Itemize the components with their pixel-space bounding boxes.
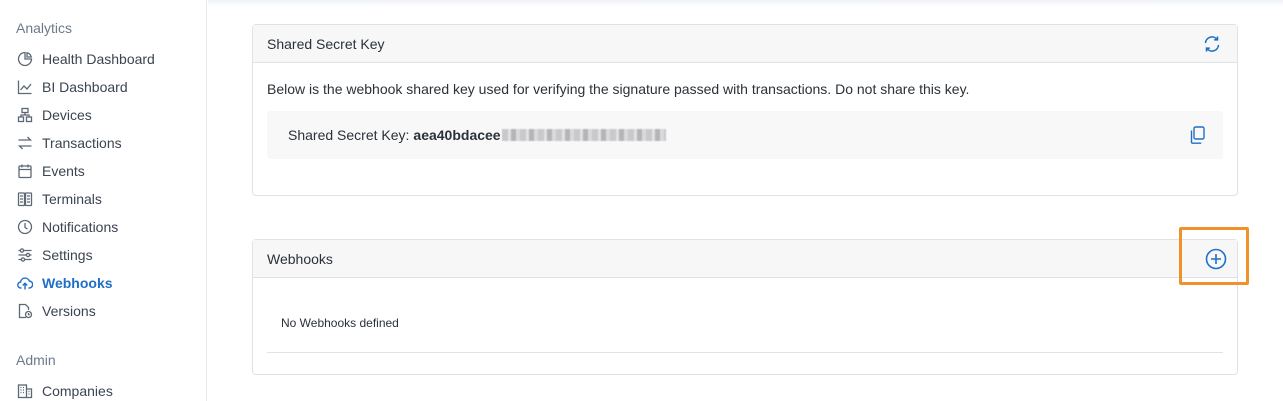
sidebar: Analytics Health Dashboard BI Dashboard … bbox=[0, 0, 207, 401]
sidebar-item-label: BI Dashboard bbox=[42, 79, 128, 95]
sidebar-item-label: Companies bbox=[42, 383, 113, 399]
building-icon bbox=[16, 383, 33, 400]
sidebar-item-webhooks[interactable]: Webhooks bbox=[16, 272, 113, 294]
copy-key-button[interactable] bbox=[1185, 123, 1209, 147]
pie-chart-icon bbox=[16, 51, 33, 68]
refresh-icon bbox=[1204, 35, 1220, 52]
secret-description: Below is the webhook shared key used for… bbox=[267, 81, 970, 97]
card-header: Webhooks bbox=[253, 240, 1237, 278]
sidebar-item-label: Webhooks bbox=[42, 275, 113, 291]
cloud-upload-icon bbox=[16, 275, 33, 292]
sidebar-item-versions[interactable]: Versions bbox=[16, 300, 96, 322]
card-title: Shared Secret Key bbox=[267, 35, 385, 52]
sidebar-item-label: Settings bbox=[42, 247, 93, 263]
sliders-icon bbox=[16, 247, 33, 264]
sidebar-item-label: Versions bbox=[42, 303, 96, 319]
sidebar-item-notifications[interactable]: Notifications bbox=[16, 216, 118, 238]
secret-key-value: aea40bdacee bbox=[413, 127, 501, 143]
webhooks-card: Webhooks No Webhooks defined bbox=[252, 239, 1238, 375]
sidebar-item-terminals[interactable]: Terminals bbox=[16, 188, 102, 210]
card-header: Shared Secret Key bbox=[253, 25, 1237, 63]
plus-circle-icon bbox=[1205, 248, 1227, 269]
sidebar-item-label: Terminals bbox=[42, 191, 102, 207]
card-title: Webhooks bbox=[267, 250, 333, 267]
sidebar-item-devices[interactable]: Devices bbox=[16, 104, 92, 126]
refresh-key-button[interactable] bbox=[1201, 33, 1223, 55]
sidebar-item-companies[interactable]: Companies bbox=[16, 380, 113, 401]
top-shadow bbox=[208, 0, 1283, 6]
sidebar-item-health-dashboard[interactable]: Health Dashboard bbox=[16, 48, 155, 70]
shared-secret-card: Shared Secret Key Below is the webhook s… bbox=[252, 24, 1238, 196]
section-title-admin: Admin bbox=[16, 352, 56, 368]
devices-icon bbox=[16, 107, 33, 124]
copy-icon bbox=[1190, 126, 1205, 144]
calendar-icon bbox=[16, 163, 33, 180]
terminal-icon bbox=[16, 191, 33, 208]
sidebar-item-label: Transactions bbox=[42, 135, 122, 151]
secret-key-label: Shared Secret Key: bbox=[288, 127, 410, 143]
sidebar-item-label: Health Dashboard bbox=[42, 51, 155, 67]
sidebar-item-events[interactable]: Events bbox=[16, 160, 85, 182]
redacted-key-portion bbox=[501, 129, 666, 141]
sidebar-item-settings[interactable]: Settings bbox=[16, 244, 93, 266]
section-title-analytics: Analytics bbox=[16, 20, 73, 36]
sidebar-item-label: Events bbox=[42, 163, 85, 179]
secret-key-box: Shared Secret Key: aea40bdacee bbox=[267, 111, 1223, 159]
line-chart-icon bbox=[16, 79, 33, 96]
empty-webhooks-text: No Webhooks defined bbox=[281, 316, 399, 330]
clock-icon bbox=[16, 219, 33, 236]
divider bbox=[267, 352, 1223, 353]
arrows-exchange-icon bbox=[16, 135, 33, 152]
add-webhook-button[interactable] bbox=[1205, 248, 1227, 270]
sidebar-item-bi-dashboard[interactable]: BI Dashboard bbox=[16, 76, 128, 98]
file-clock-icon bbox=[16, 303, 33, 320]
sidebar-item-label: Notifications bbox=[42, 219, 119, 235]
sidebar-item-label: Devices bbox=[42, 107, 92, 123]
main-content: Shared Secret Key Below is the webhook s… bbox=[208, 0, 1283, 401]
sidebar-item-transactions[interactable]: Transactions bbox=[16, 132, 122, 154]
